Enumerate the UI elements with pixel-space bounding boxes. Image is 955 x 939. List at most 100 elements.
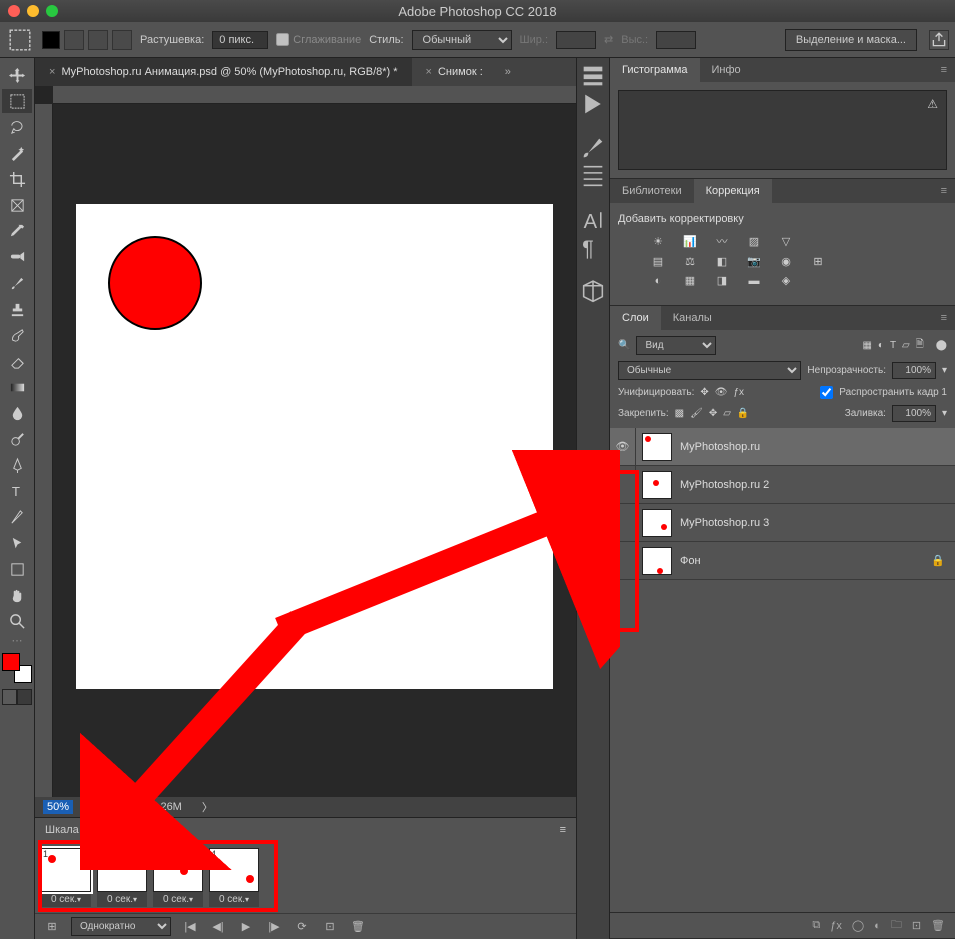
3d-panel-icon[interactable]	[579, 280, 607, 304]
delete-frame-icon[interactable]: 🗑	[349, 919, 367, 935]
frame-tool[interactable]	[2, 193, 32, 217]
threshold-icon[interactable]: ◨	[712, 274, 732, 287]
fill-value[interactable]: 100%	[892, 405, 936, 422]
tab-libraries[interactable]: Библиотеки	[610, 179, 694, 203]
filter-smart-icon[interactable]: 🗎	[916, 337, 924, 354]
opacity-dropdown-icon[interactable]: ▾	[942, 365, 947, 376]
panel-menu-icon[interactable]: ≡	[933, 185, 955, 197]
shape-tool[interactable]	[2, 557, 32, 581]
layer-name[interactable]: MyPhotoshop.ru	[680, 441, 931, 453]
levels-icon[interactable]: 📊	[680, 233, 700, 249]
filter-toggle-icon[interactable]: ⬤	[936, 340, 947, 351]
vibrance-icon[interactable]: ▽	[776, 233, 796, 249]
subtract-selection-icon[interactable]	[88, 30, 108, 50]
more-tabs-icon[interactable]: »	[497, 66, 519, 78]
filter-adjust-icon[interactable]: ◐	[878, 340, 884, 351]
panel-menu-icon[interactable]: ≡	[560, 824, 566, 836]
tab-info[interactable]: Инфо	[700, 58, 753, 82]
propagate-checkbox[interactable]	[820, 386, 833, 399]
share-icon[interactable]	[929, 30, 949, 50]
timeline-frame[interactable]: 1 0 сек.▾	[41, 848, 91, 907]
visibility-toggle[interactable]	[610, 466, 636, 503]
channel-mixer-icon[interactable]: ◉	[776, 255, 796, 268]
link-layers-icon[interactable]: ⧉	[812, 919, 820, 932]
new-group-icon[interactable]: 🗀	[891, 916, 902, 935]
filter-type-icon[interactable]: T	[890, 340, 896, 351]
tab-layers[interactable]: Слои	[610, 306, 661, 330]
history-panel-icon[interactable]	[579, 64, 607, 88]
hue-icon[interactable]: ▤	[648, 255, 668, 268]
eyedropper-tool[interactable]	[2, 219, 32, 243]
marquee-tool[interactable]	[2, 89, 32, 113]
brush-panel-icon[interactable]	[579, 136, 607, 160]
next-frame-icon[interactable]: |▶	[265, 919, 283, 935]
status-arrow-icon[interactable]: 〉	[202, 799, 213, 815]
ruler-vertical[interactable]	[35, 104, 53, 797]
style-select[interactable]: Обычный	[412, 30, 512, 50]
loop-select[interactable]: Однократно	[71, 917, 171, 936]
ruler-horizontal[interactable]	[53, 86, 576, 104]
paragraph-panel-icon[interactable]: ¶	[579, 236, 607, 260]
layer-thumbnail[interactable]	[642, 471, 672, 499]
layer-row[interactable]: MyPhotoshop.ru 3	[610, 504, 955, 542]
blur-tool[interactable]	[2, 401, 32, 425]
layer-name[interactable]: MyPhotoshop.ru 2	[680, 479, 931, 491]
antialias-checkbox[interactable]: Сглаживание	[276, 33, 361, 46]
layer-name[interactable]: MyPhotoshop.ru 3	[680, 517, 931, 529]
gradient-map-icon[interactable]: ▬	[744, 274, 764, 287]
healing-brush-tool[interactable]	[2, 245, 32, 269]
exposure-icon[interactable]: ▨	[744, 233, 764, 249]
tab-histogram[interactable]: Гистограмма	[610, 58, 700, 82]
frame-duration[interactable]: 0 сек.▾	[209, 892, 259, 907]
layer-filter-select[interactable]: Вид	[636, 336, 716, 355]
visibility-toggle[interactable]: 👁	[610, 428, 636, 465]
play-icon[interactable]: ▶	[237, 919, 255, 935]
frame-duration[interactable]: 0 сек.▾	[41, 892, 91, 907]
color-swatches[interactable]	[2, 653, 32, 683]
selective-color-icon[interactable]: ◈	[776, 274, 796, 287]
photo-filter-icon[interactable]: 📷	[744, 255, 764, 268]
close-window-button[interactable]	[8, 5, 20, 17]
delete-layer-icon[interactable]: 🗑	[931, 919, 945, 932]
layer-thumbnail[interactable]	[642, 433, 672, 461]
layer-mask-icon[interactable]: ◯	[852, 919, 864, 932]
warning-icon[interactable]: ⚠	[927, 97, 938, 111]
layer-row[interactable]: Фон 🔒	[610, 542, 955, 580]
curves-icon[interactable]: 〰	[712, 233, 732, 249]
panel-menu-icon[interactable]: ≡	[933, 64, 955, 76]
timeline-frame[interactable]: 2 0 сек.▾	[97, 848, 147, 907]
current-tool-icon[interactable]	[6, 26, 34, 54]
new-frame-icon[interactable]: ⊡	[321, 919, 339, 935]
fill-dropdown-icon[interactable]: ▾	[942, 408, 947, 419]
crop-tool[interactable]	[2, 167, 32, 191]
minimize-window-button[interactable]	[27, 5, 39, 17]
blend-mode-select[interactable]: Обычные	[618, 361, 801, 380]
hand-tool[interactable]	[2, 583, 32, 607]
opacity-value[interactable]: 100%	[892, 362, 936, 379]
new-layer-icon[interactable]: ⊡	[912, 919, 921, 932]
stamp-tool[interactable]	[2, 297, 32, 321]
lock-paint-icon[interactable]: 🖌	[690, 408, 703, 419]
invert-icon[interactable]: ◐	[648, 274, 668, 287]
lasso-tool[interactable]	[2, 115, 32, 139]
unify-position-icon[interactable]: ✥	[700, 387, 708, 398]
feather-input[interactable]	[212, 31, 268, 49]
quickmask-toggle[interactable]	[2, 689, 32, 705]
path-tool[interactable]	[2, 505, 32, 529]
lock-artboard-icon[interactable]: ▱	[723, 408, 731, 419]
tween-icon[interactable]: ⟳	[293, 919, 311, 935]
layer-thumbnail[interactable]	[642, 547, 672, 575]
prev-frame-icon[interactable]: ◀|	[209, 919, 227, 935]
timeline-frame[interactable]: 4 0 сек.▾	[209, 848, 259, 907]
layer-fx-icon[interactable]: ƒx	[830, 920, 842, 932]
layer-name[interactable]: Фон	[680, 555, 931, 567]
frame-duration[interactable]: 0 сек.▾	[97, 892, 147, 907]
lock-position-icon[interactable]: ✥	[709, 408, 717, 419]
layer-row[interactable]: MyPhotoshop.ru 2	[610, 466, 955, 504]
filter-shape-icon[interactable]: ▱	[902, 340, 910, 351]
magic-wand-tool[interactable]	[2, 141, 32, 165]
direct-select-tool[interactable]	[2, 531, 32, 555]
tab-adjustments[interactable]: Коррекция	[694, 179, 772, 203]
canvas[interactable]	[76, 204, 553, 689]
bw-icon[interactable]: ◧	[712, 255, 732, 268]
